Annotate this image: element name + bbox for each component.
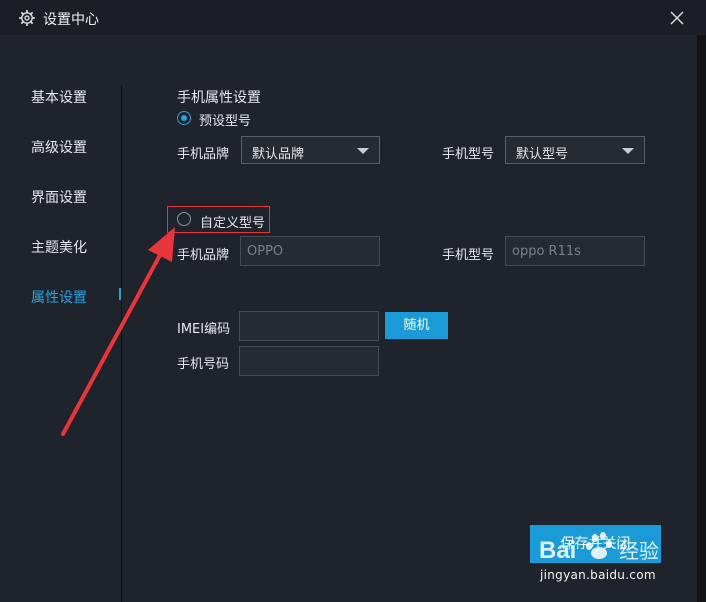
svg-text:经验: 经验 [619,539,659,563]
svg-text:Bai: Bai [539,537,576,564]
watermark-url: jingyan.baidu.com [540,568,656,582]
annotation-arrow [61,227,175,436]
